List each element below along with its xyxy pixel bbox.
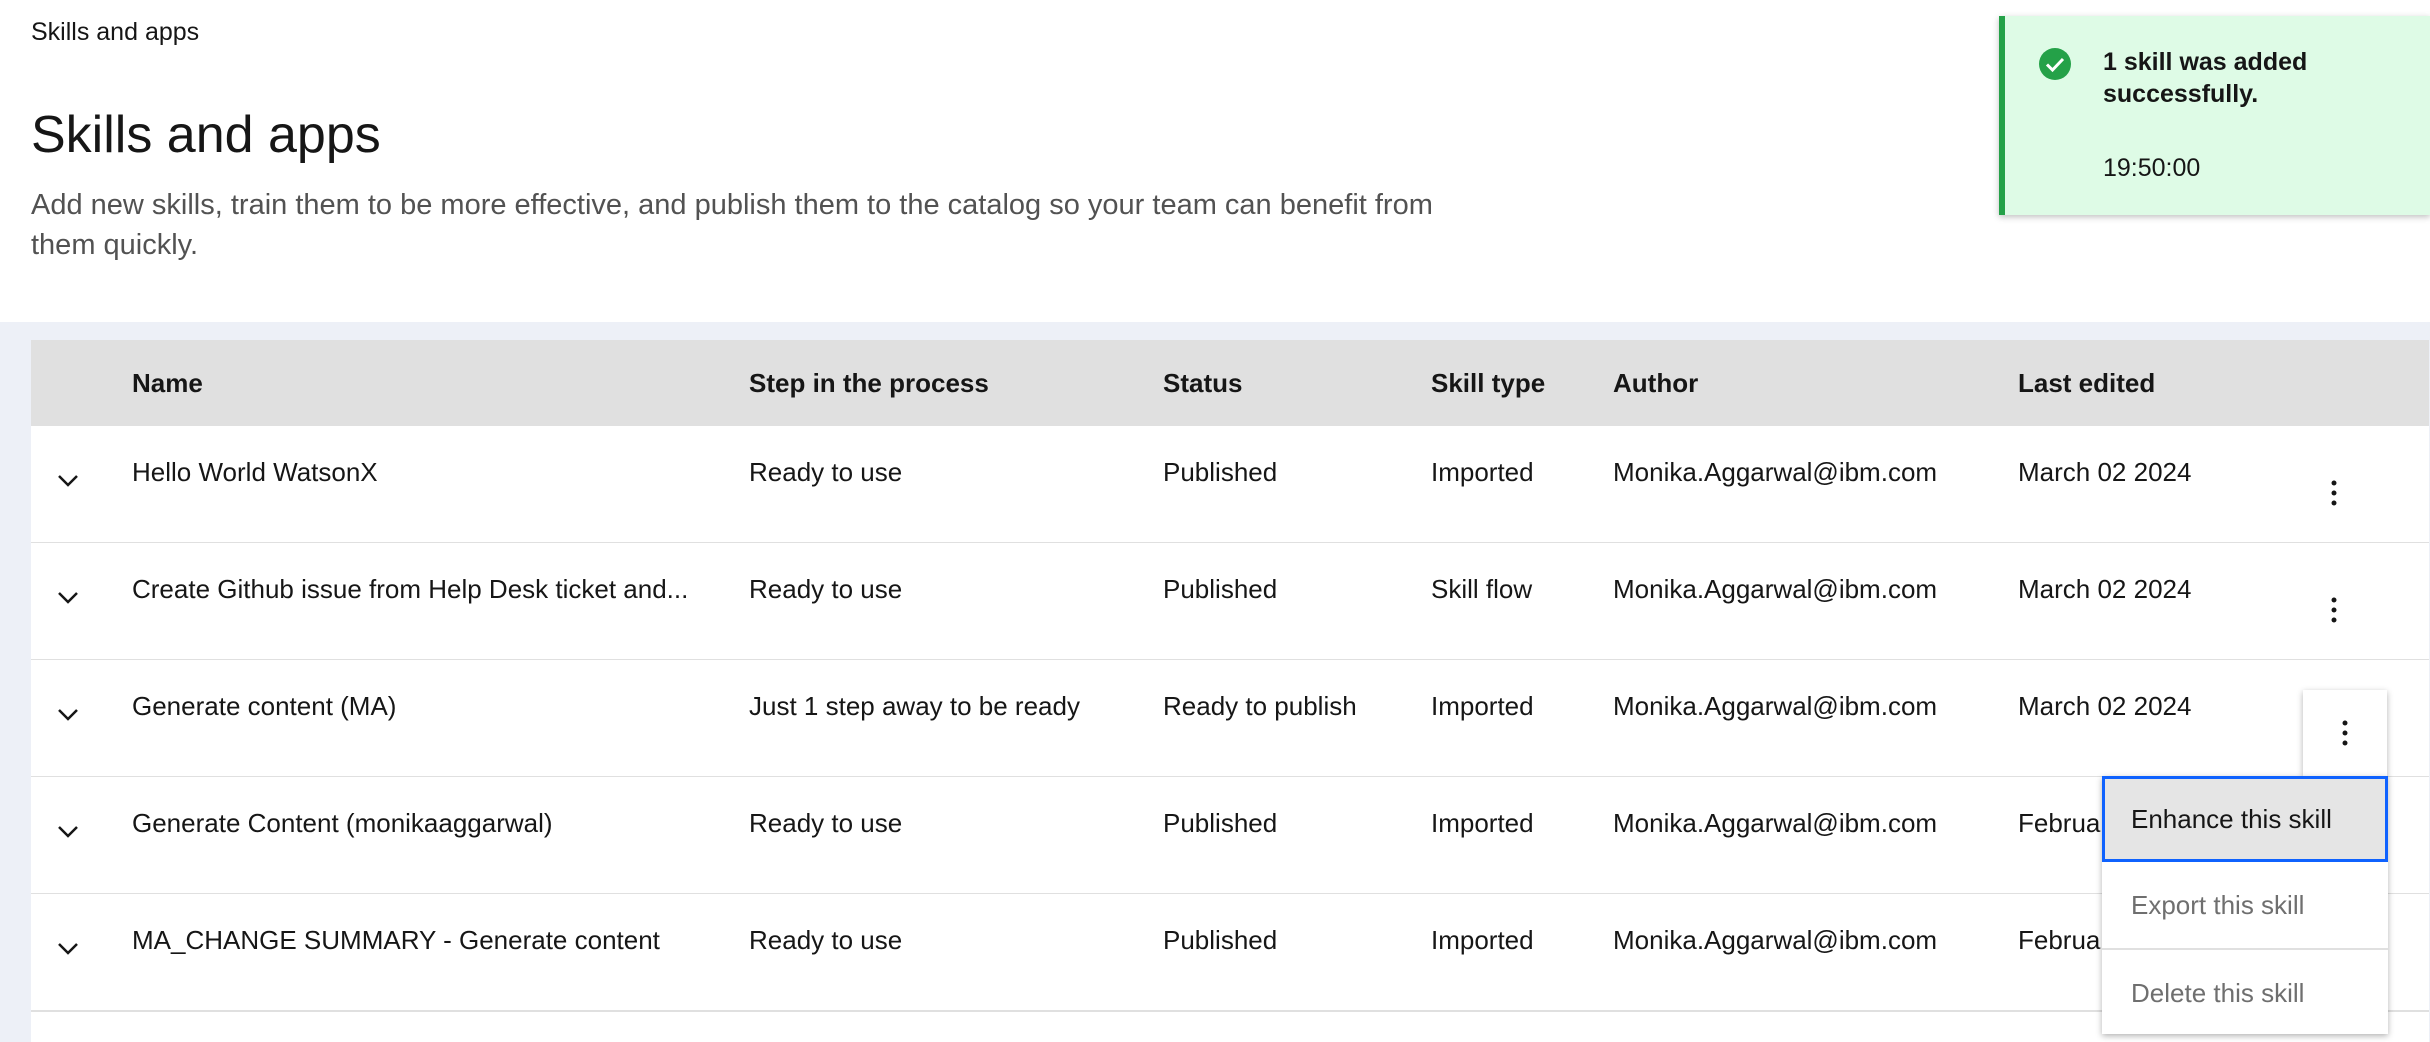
chevron-down-icon[interactable] <box>57 942 79 956</box>
cell-step: Ready to use <box>749 574 903 604</box>
checkmark-filled-icon <box>2039 48 2071 80</box>
table-row[interactable]: Generate Content (monikaaggarwal) Ready … <box>31 777 2429 895</box>
cell-name: Generate content (MA) <box>132 691 397 721</box>
column-header-author[interactable]: Author <box>1613 340 1698 426</box>
cell-status: Published <box>1163 808 1278 838</box>
page-title: Skills and apps <box>31 106 381 164</box>
menu-item-enhance-skill[interactable]: Enhance this skill <box>2102 776 2388 862</box>
cell-last-edited: Februa <box>2018 808 2101 838</box>
cell-status: Ready to publish <box>1163 691 1357 721</box>
column-header-status[interactable]: Status <box>1163 340 1242 426</box>
chevron-down-icon[interactable] <box>57 708 79 722</box>
cell-name: MA_CHANGE SUMMARY - Generate content <box>132 925 660 955</box>
cell-skill-type: Imported <box>1431 691 1534 721</box>
success-toast: 1 skill was added successfully. 19:50:00 <box>1999 16 2430 215</box>
cell-skill-type: Skill flow <box>1431 574 1533 604</box>
column-header-name[interactable]: Name <box>132 340 203 426</box>
cell-step: Ready to use <box>749 808 903 838</box>
column-header-last-edited[interactable]: Last edited <box>2018 340 2155 426</box>
cell-author: Monika.Aggarwal@ibm.com <box>1613 574 1938 604</box>
cell-name: Create Github issue from Help Desk ticke… <box>132 574 689 604</box>
skills-table: Name Step in the process Status Skill ty… <box>31 340 2429 1042</box>
table-header: Name Step in the process Status Skill ty… <box>31 340 2429 426</box>
column-header-step[interactable]: Step in the process <box>749 340 989 426</box>
breadcrumb[interactable]: Skills and apps <box>31 18 199 47</box>
table-row[interactable]: MA_CHANGE SUMMARY - Generate content Rea… <box>31 894 2429 1012</box>
table-row[interactable]: Create Github issue from Help Desk ticke… <box>31 543 2429 661</box>
overflow-menu: Enhance this skill Export this skill Del… <box>2102 776 2388 1034</box>
cell-name: Generate Content (monikaaggarwal) <box>132 808 553 838</box>
cell-status: Published <box>1163 925 1278 955</box>
overflow-menu-icon[interactable] <box>2329 478 2339 508</box>
cell-last-edited: Februa <box>2018 925 2101 955</box>
cell-name: Hello World WatsonX <box>132 457 378 487</box>
cell-last-edited: March 02 2024 <box>2018 574 2192 604</box>
cell-step: Just 1 step away to be ready <box>749 691 1080 721</box>
cell-skill-type: Imported <box>1431 457 1534 487</box>
page-description: Add new skills, train them to be more ef… <box>31 189 1433 261</box>
cell-status: Published <box>1163 574 1278 604</box>
overflow-menu-icon <box>2342 720 2348 746</box>
cell-skill-type: Imported <box>1431 808 1534 838</box>
cell-last-edited: March 02 2024 <box>2018 457 2192 487</box>
menu-item-export-skill[interactable]: Export this skill <box>2102 862 2388 948</box>
menu-item-delete-skill[interactable]: Delete this skill <box>2102 948 2388 1034</box>
toast-timestamp: 19:50:00 <box>2103 154 2201 182</box>
chevron-down-icon[interactable] <box>57 825 79 839</box>
cell-last-edited: March 02 2024 <box>2018 691 2192 721</box>
cell-skill-type: Imported <box>1431 925 1534 955</box>
overflow-menu-icon[interactable] <box>2329 595 2339 625</box>
table-row[interactable]: Generate content (MA) Just 1 step away t… <box>31 660 2429 778</box>
cell-step: Ready to use <box>749 925 903 955</box>
cell-author: Monika.Aggarwal@ibm.com <box>1613 691 1938 721</box>
chevron-down-icon[interactable] <box>57 591 79 605</box>
cell-author: Monika.Aggarwal@ibm.com <box>1613 457 1938 487</box>
cell-step: Ready to use <box>749 457 903 487</box>
table-row[interactable]: Hello World WatsonX Ready to use Publish… <box>31 426 2429 544</box>
cell-author: Monika.Aggarwal@ibm.com <box>1613 925 1938 955</box>
cell-author: Monika.Aggarwal@ibm.com <box>1613 808 1938 838</box>
column-header-skill-type[interactable]: Skill type <box>1431 340 1545 426</box>
toast-title: 1 skill was added successfully. <box>2103 48 2308 108</box>
chevron-down-icon[interactable] <box>57 474 79 488</box>
cell-status: Published <box>1163 457 1278 487</box>
overflow-menu-button-open[interactable] <box>2303 690 2387 776</box>
